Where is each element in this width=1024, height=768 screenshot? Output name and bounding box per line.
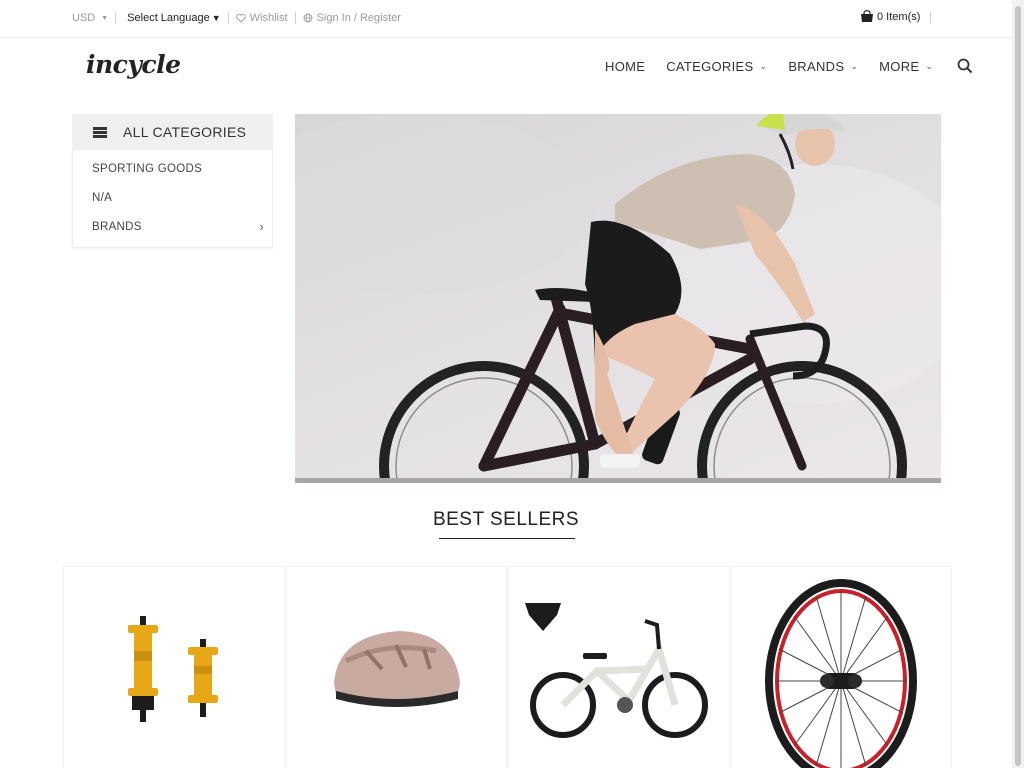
nav-home[interactable]: HOME xyxy=(605,59,645,74)
page-scrollbar[interactable] xyxy=(1012,0,1024,768)
chevron-right-icon: › xyxy=(259,219,264,234)
top-bar-right: 0 Item(s) xyxy=(860,10,938,23)
all-categories-toggle[interactable]: ALL CATEGORIES xyxy=(72,114,273,150)
category-label: BRANDS xyxy=(92,220,142,233)
category-list: SPORTING GOODS N/A BRANDS › xyxy=(72,150,273,248)
nav-categories[interactable]: CATEGORIES ⌄ xyxy=(666,59,767,74)
hero-banner[interactable] xyxy=(295,114,941,483)
nav-more[interactable]: MORE ⌄ xyxy=(879,59,933,74)
language-label: Select Language xyxy=(127,12,210,24)
wishlist-link[interactable]: Wishlist xyxy=(235,12,288,24)
wishlist-label: Wishlist xyxy=(249,12,288,24)
chevron-down-icon: ⌄ xyxy=(759,60,768,71)
menu-bars-icon xyxy=(93,126,107,138)
product-card-hubs[interactable] xyxy=(63,566,285,768)
signin-link[interactable]: Sign In / Register xyxy=(303,12,401,24)
main-nav: HOME CATEGORIES ⌄ BRANDS ⌄ MORE ⌄ xyxy=(605,58,973,74)
category-item-brands[interactable]: BRANDS › xyxy=(73,212,272,241)
caret-down-icon: ▼ xyxy=(211,13,221,23)
heading-underline xyxy=(439,538,575,539)
cart-link[interactable]: 0 Item(s) xyxy=(860,10,920,23)
nav-brands[interactable]: BRANDS ⌄ xyxy=(788,59,858,74)
divider xyxy=(227,12,229,24)
top-bar: USD ▼ Select Language ▼ Wishlist Sign In… xyxy=(0,0,1012,38)
category-label: N/A xyxy=(92,191,113,204)
product-card-wheel[interactable] xyxy=(730,566,952,768)
language-selector[interactable]: Select Language ▼ xyxy=(127,12,221,24)
heart-icon xyxy=(235,14,246,23)
product-image-hubs xyxy=(127,616,218,722)
all-categories-label: ALL CATEGORIES xyxy=(123,124,247,140)
currency-label: USD xyxy=(72,12,96,24)
nav-home-label: HOME xyxy=(605,58,646,74)
chevron-down-icon: ⌄ xyxy=(850,60,859,71)
best-sellers-heading: BEST SELLERS xyxy=(432,509,580,530)
nav-brands-label: BRANDS xyxy=(788,58,845,74)
cart-count: 0 Item(s) xyxy=(877,10,921,23)
product-image-helmet xyxy=(334,631,461,707)
category-item-na[interactable]: N/A xyxy=(73,183,272,212)
category-sidebar: ALL CATEGORIES SPORTING GOODS N/A BRANDS… xyxy=(72,114,273,248)
product-card-ebike[interactable] xyxy=(508,566,730,768)
product-image-wheel xyxy=(765,579,918,768)
site-logo[interactable]: incycle xyxy=(86,50,181,79)
divider xyxy=(930,10,932,23)
cart-icon xyxy=(861,10,873,22)
chevron-down-icon: ⌄ xyxy=(925,60,934,71)
nav-categories-label: CATEGORIES xyxy=(666,58,754,74)
category-label: SPORTING GOODS xyxy=(92,162,203,175)
divider xyxy=(115,12,117,24)
category-item-sporting-goods[interactable]: SPORTING GOODS xyxy=(73,154,272,183)
scrollbar-thumb[interactable] xyxy=(1015,6,1021,766)
product-image-ebike xyxy=(524,603,708,738)
globe-icon xyxy=(303,13,313,23)
product-card-helmet[interactable] xyxy=(285,566,507,768)
product-grid xyxy=(63,566,953,768)
top-bar-left: USD ▼ Select Language ▼ Wishlist Sign In… xyxy=(72,12,401,24)
cyclist-image xyxy=(295,114,941,483)
caret-down-icon: ▼ xyxy=(101,14,109,22)
nav-more-label: MORE xyxy=(879,58,920,74)
currency-selector[interactable]: USD ▼ xyxy=(72,12,108,24)
search-icon[interactable] xyxy=(957,58,973,74)
signin-label: Sign In / Register xyxy=(316,12,401,24)
divider xyxy=(294,12,296,24)
